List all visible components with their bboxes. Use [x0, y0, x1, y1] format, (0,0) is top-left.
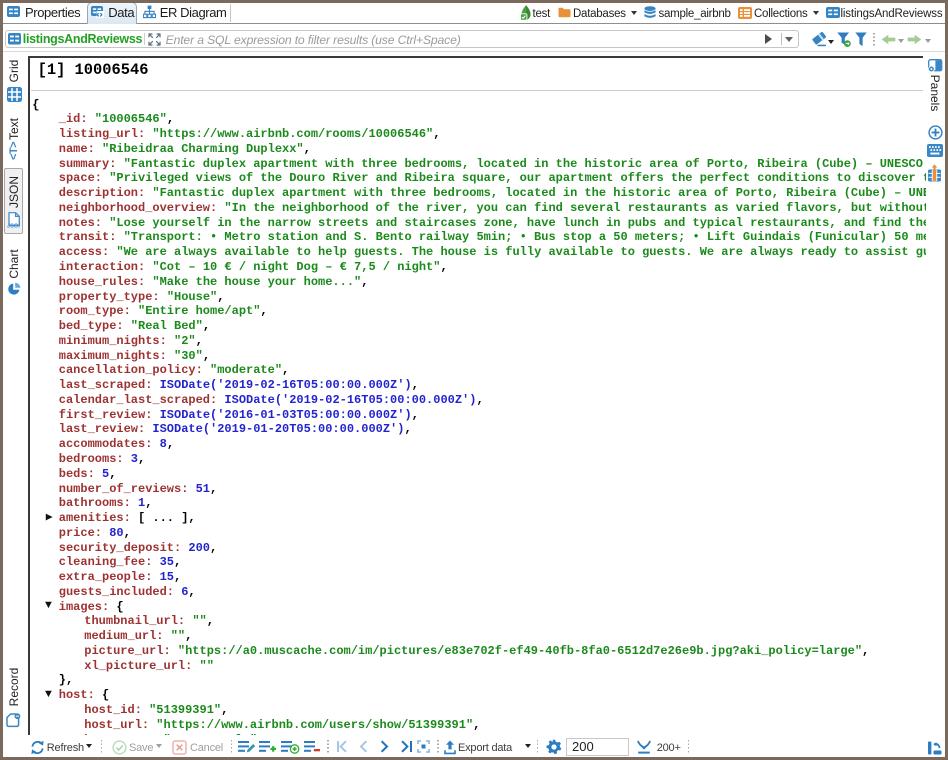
svg-text:JSON: JSON [7, 224, 20, 229]
